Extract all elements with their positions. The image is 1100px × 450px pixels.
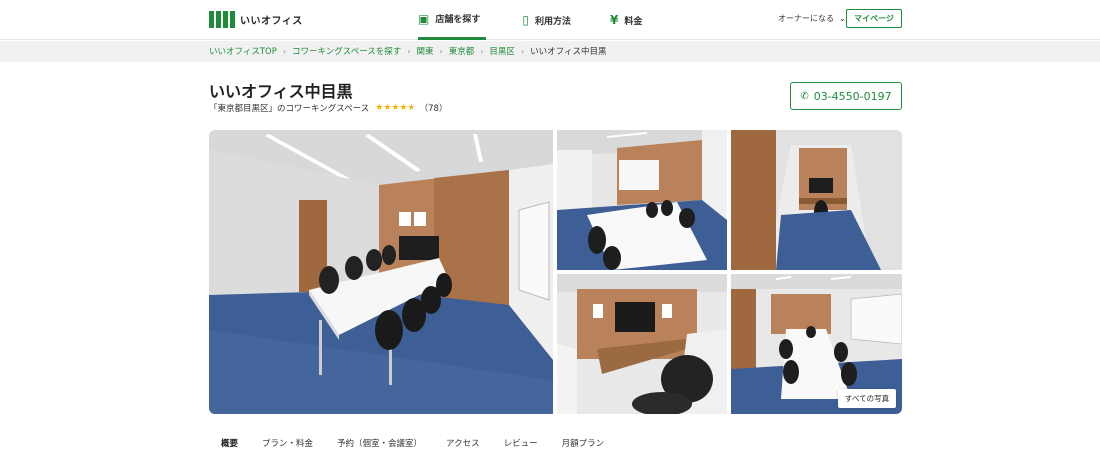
chevron-right-icon: › (282, 46, 287, 56)
main-nav: ▣ 店舗を探す ▯ 利用方法 ¥ 料金 (408, 0, 642, 40)
nav-find-store-label: 店舗を探す (435, 15, 481, 25)
gallery-photo-2[interactable] (557, 130, 727, 270)
tab-plans-pricing[interactable]: プラン・料金 (262, 437, 313, 449)
chevron-right-icon: › (480, 46, 484, 56)
breadcrumb-link-search[interactable]: コワーキングスペースを探す (292, 45, 401, 57)
breadcrumb-link-kanto[interactable]: 関東 (416, 45, 433, 57)
photo-gallery (209, 130, 902, 414)
breadcrumb-link-meguro[interactable]: 目黒区 (489, 45, 515, 57)
logo-text: いいオフィス (240, 15, 303, 27)
owner-menu-label: オーナーになる (778, 14, 834, 23)
tab-reviews[interactable]: レビュー (504, 437, 538, 449)
chevron-right-icon: › (439, 46, 443, 56)
mypage-button[interactable]: マイページ (846, 9, 902, 28)
space-subtitle: 「東京都目黒区」のコワーキングスペース ★★★★★ （78） (209, 102, 447, 114)
map-search-icon: ▣ (418, 11, 430, 26)
space-category-text: 「東京都目黒区」のコワーキングスペース (209, 104, 370, 114)
star-icon: ★ (399, 103, 408, 113)
tab-access[interactable]: アクセス (446, 437, 480, 449)
yen-icon: ¥ (609, 13, 619, 27)
site-header: いいオフィス ▣ 店舗を探す ▯ 利用方法 ¥ 料金 オーナーになる ⌄ マイペ… (0, 0, 1100, 40)
tab-reservation[interactable]: 予約（個室・会議室） (337, 437, 422, 449)
breadcrumb: いいオフィスTOP › コワーキングスペースを探す › 関東 › 東京都 › 目… (209, 45, 607, 58)
view-all-photos-button[interactable]: すべての写真 (838, 389, 896, 408)
chevron-right-icon: › (520, 46, 525, 56)
review-count[interactable]: （78） (420, 102, 448, 114)
rating-stars: ★★★★★ (375, 103, 415, 113)
logo-mark-icon (209, 10, 235, 28)
nav-pricing[interactable]: ¥ 料金 (610, 0, 642, 40)
owner-menu[interactable]: オーナーになる ⌄ (778, 13, 846, 24)
gallery-photo-main[interactable] (209, 130, 553, 414)
nav-how-to-use-label: 利用方法 (534, 16, 571, 27)
gallery-photo-4[interactable] (557, 274, 727, 414)
breadcrumb-current: いいオフィス中目黒 (530, 47, 607, 57)
half-star-icon: ★ (408, 103, 416, 113)
smartphone-icon: ▯ (522, 13, 529, 27)
nav-pricing-label: 料金 (624, 16, 643, 27)
chevron-right-icon: › (407, 46, 411, 56)
nav-how-to-use[interactable]: ▯ 利用方法 (522, 0, 571, 40)
section-tabs: 概要 プラン・料金 予約（個室・会議室） アクセス レビュー 月額プラン (221, 437, 628, 449)
breadcrumb-link-top[interactable]: いいオフィスTOP (209, 45, 277, 57)
breadcrumb-link-tokyo[interactable]: 東京都 (449, 45, 475, 57)
gallery-photo-3[interactable] (731, 130, 902, 270)
phone-number: 03-4550-0197 (813, 89, 892, 103)
breadcrumb-bar: いいオフィスTOP › コワーキングスペースを探す › 関東 › 東京都 › 目… (0, 41, 1100, 62)
phone-call-button[interactable]: ✆ 03-4550-0197 (790, 82, 902, 110)
nav-find-store[interactable]: ▣ 店舗を探す (418, 0, 487, 40)
tab-overview[interactable]: 概要 (221, 437, 238, 449)
chevron-down-icon: ⌄ (839, 14, 846, 23)
phone-icon: ✆ (800, 90, 809, 102)
tab-monthly-plan[interactable]: 月額プラン (562, 437, 605, 449)
page-title: いいオフィス中目黒 (209, 82, 353, 101)
site-logo[interactable]: いいオフィス (209, 10, 303, 28)
